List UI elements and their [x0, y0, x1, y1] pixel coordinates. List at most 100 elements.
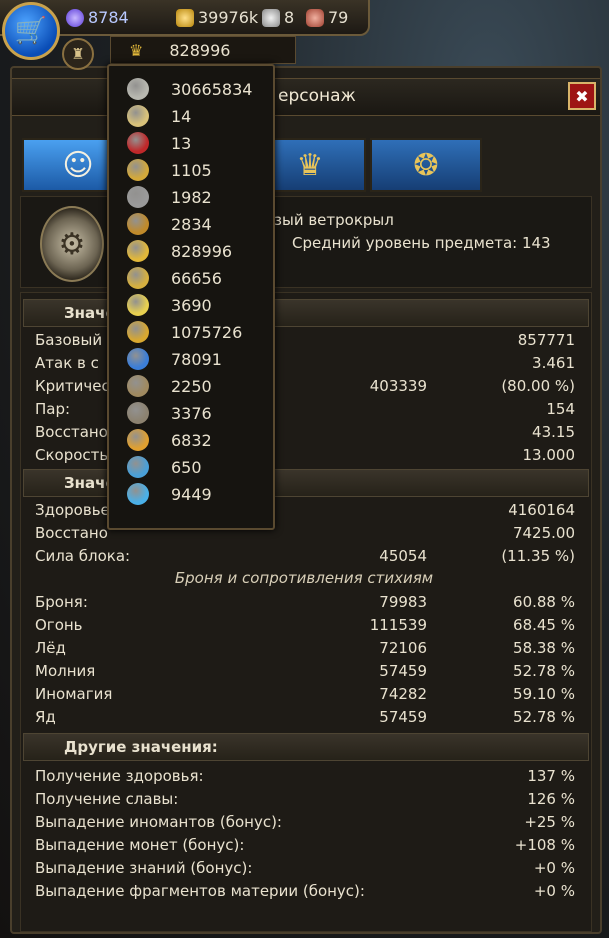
currency-row: 2250	[127, 373, 267, 399]
silver-coins-icon	[262, 8, 280, 27]
close-button[interactable]: ✖	[568, 82, 596, 110]
stat-percent: 137 %	[527, 767, 575, 785]
stat-row: Выпадение иномантов (бонус): +25 %	[35, 813, 575, 835]
stat-label: Получение славы:	[35, 790, 179, 808]
currency-row: 66656	[127, 265, 267, 291]
crown-icon: ♛	[296, 147, 324, 183]
crown-counter[interactable]: ♛ 828996	[110, 36, 296, 64]
character-window: ерсонаж ✖ ☺ ★ ♛ ❂ ⚙ зый ветрокрыл Средни…	[10, 66, 602, 934]
stat-label: Выпадение иномантов (бонус):	[35, 813, 282, 831]
stat-row: Молния 57459 52.78 %	[35, 662, 575, 684]
stat-percent: +0 %	[533, 859, 575, 877]
currency-row: 30665834	[127, 76, 267, 102]
stat-percent: (11.35 %)	[501, 547, 575, 565]
shop-button[interactable]: 🛒	[2, 2, 60, 60]
stat-label: Выпадение монет (бонус):	[35, 836, 245, 854]
avg-item-level: Средний уровень предмета: 143	[292, 234, 551, 252]
stat-row: Выпадение фрагментов материи (бонус): +0 …	[35, 882, 575, 904]
blue-crystal-icon	[127, 348, 149, 370]
stat-value: 72106	[379, 639, 427, 657]
stat-percent: 52.78 %	[513, 708, 575, 726]
stat-percent: 52.78 %	[513, 662, 575, 680]
clover-icon	[127, 294, 149, 316]
currency-row: 6832	[127, 427, 267, 453]
stat-percent: 154	[546, 400, 575, 418]
gray-coin-icon	[127, 186, 149, 208]
stat-label: Выпадение фрагментов материи (бонус):	[35, 882, 365, 900]
stat-row: Выпадение знаний (бонус): +0 %	[35, 859, 575, 881]
currency-row: 3376	[127, 400, 267, 426]
fruit-icon	[127, 267, 149, 289]
stat-row: Получение славы: 126 %	[35, 790, 575, 812]
stat-label: Здоровье	[35, 501, 110, 519]
stat-row: Броня: 79983 60.88 %	[35, 593, 575, 615]
stat-percent: 13.000	[522, 446, 576, 464]
stat-label: Яд	[35, 708, 56, 726]
stat-label: Молния	[35, 662, 96, 680]
stat-label: Критичес	[35, 377, 110, 395]
stat-percent: 7425.00	[512, 524, 575, 542]
stat-percent: 59.10 %	[513, 685, 575, 703]
gems-counter: 8784	[66, 8, 129, 27]
armor-subheading: Броня и сопротивления стихиям	[174, 569, 434, 587]
currency-row: 2834	[127, 211, 267, 237]
gold-coins-icon	[176, 8, 194, 27]
silver-coin-icon	[127, 105, 149, 127]
meat-counter: 79	[306, 8, 348, 27]
window-title: ерсонаж	[278, 86, 356, 106]
stat-percent: +0 %	[533, 882, 575, 900]
amber-coin-icon	[127, 213, 149, 235]
stat-value: 74282	[379, 685, 427, 703]
ore-icon	[127, 375, 149, 397]
stat-row: Сила блока: 45054 (11.35 %)	[35, 547, 575, 569]
gem-icon	[66, 8, 84, 27]
stat-percent: 857771	[517, 331, 575, 349]
stat-value: 403339	[369, 377, 427, 395]
currency-row: 9449	[127, 481, 267, 507]
stats-panel: Значе Базовый 857771 Атак в с 3.461 Критичес…	[20, 292, 592, 932]
stat-row: Получение здоровья: 137 %	[35, 767, 575, 789]
stat-row: Яд 57459 52.78 %	[35, 708, 575, 730]
currency-row: 828996	[127, 238, 267, 264]
meat-icon	[306, 8, 324, 27]
stat-percent: +108 %	[514, 836, 575, 854]
stat-row: Огонь 111539 68.45 %	[35, 616, 575, 638]
gold-counter: 39976k	[176, 8, 258, 27]
tab-guild[interactable]: ❂	[370, 138, 482, 192]
stat-percent: 3.461	[532, 354, 575, 372]
stat-percent: 58.38 %	[513, 639, 575, 657]
stat-row: Иномагия 74282 59.10 %	[35, 685, 575, 707]
currency-row: 650	[127, 454, 267, 480]
stat-percent: 60.88 %	[513, 593, 575, 611]
bag-button[interactable]: ♜	[62, 38, 94, 70]
feather-icon	[127, 78, 149, 100]
stat-label: Иномагия	[35, 685, 113, 703]
wrench-gear-icon[interactable]: ⚙	[40, 206, 104, 282]
red-gem-icon	[127, 132, 149, 154]
stat-label: Восстано	[35, 423, 108, 441]
stat-value: 79983	[379, 593, 427, 611]
gold-block-icon	[127, 321, 149, 343]
lion-icon: ❂	[413, 147, 439, 183]
web-icon	[127, 402, 149, 424]
crown-icon	[127, 240, 149, 262]
currency-popup: 30665834 14 13 1105 1982 2834 828996 66656 3690 1…	[107, 64, 275, 530]
section-header-other: Другие значения:	[23, 733, 589, 761]
stat-label: Лёд	[35, 639, 66, 657]
currency-row: 78091	[127, 346, 267, 372]
stat-percent: 68.45 %	[513, 616, 575, 634]
stat-percent: 43.15	[532, 423, 575, 441]
sun-coin-icon	[127, 429, 149, 451]
currency-row: 3690	[127, 292, 267, 318]
person-icon: ☺	[62, 147, 94, 183]
stat-percent: +25 %	[524, 813, 575, 831]
star-medal-icon	[127, 483, 149, 505]
stat-percent: (80.00 %)	[501, 377, 575, 395]
crown-icon: ♛	[129, 40, 144, 60]
currency-row: 14	[127, 103, 267, 129]
stat-label: Огонь	[35, 616, 83, 634]
stat-value: 111539	[369, 616, 427, 634]
stat-label: Восстано	[35, 524, 108, 542]
currency-row: 1982	[127, 184, 267, 210]
stat-label: Броня:	[35, 593, 88, 611]
